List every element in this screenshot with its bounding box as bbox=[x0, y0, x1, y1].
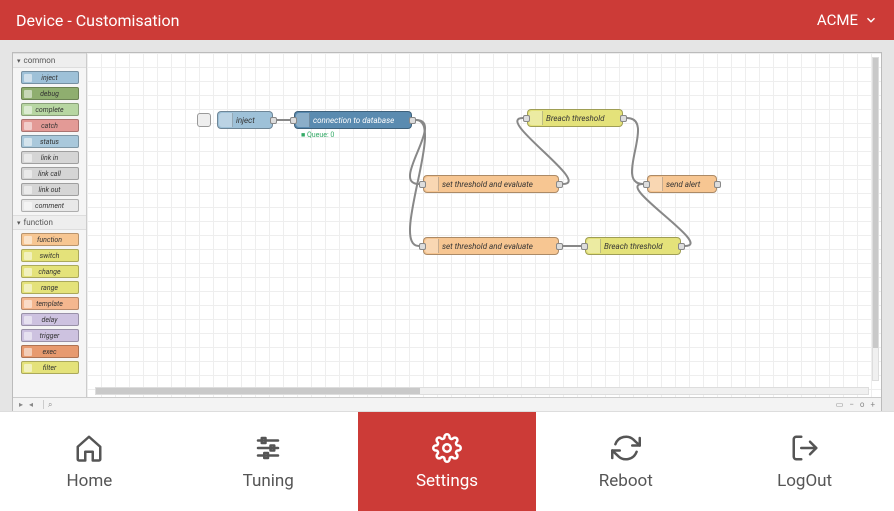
port-in[interactable] bbox=[290, 117, 297, 124]
flow-node-label: Breach threshold bbox=[546, 114, 604, 123]
palette-item-change[interactable]: change bbox=[21, 265, 79, 278]
palette-item-complete[interactable]: complete bbox=[21, 103, 79, 116]
port-out[interactable] bbox=[678, 243, 685, 250]
flow-node-eval1[interactable]: set threshold and evaluate bbox=[423, 175, 559, 193]
inject-trigger-button[interactable] bbox=[197, 113, 211, 127]
palette-item-link-in[interactable]: link in bbox=[21, 151, 79, 164]
nav-next-icon[interactable]: ◂ bbox=[29, 400, 33, 409]
search-icon[interactable]: ⌕ bbox=[43, 400, 52, 409]
flow-node-alert[interactable]: send alert bbox=[647, 175, 717, 193]
refresh-icon bbox=[611, 433, 641, 463]
zoom-reset-icon[interactable]: o bbox=[860, 400, 865, 409]
nav-reboot[interactable]: Reboot bbox=[536, 412, 715, 511]
horizontal-scrollbar[interactable] bbox=[95, 387, 869, 395]
vertical-scrollbar[interactable] bbox=[872, 57, 879, 381]
app-header: Device - Customisation ACME bbox=[0, 0, 894, 40]
zoom-in-icon[interactable]: + bbox=[870, 400, 875, 409]
palette-item-function[interactable]: function bbox=[21, 233, 79, 246]
palette-item-link-out[interactable]: link out bbox=[21, 183, 79, 196]
port-in[interactable] bbox=[581, 243, 588, 250]
port-out[interactable] bbox=[556, 243, 563, 250]
nav-prev-icon[interactable]: ▸ bbox=[19, 400, 23, 409]
statusbar-right: ▭ − o + bbox=[834, 400, 877, 409]
port-in[interactable] bbox=[419, 181, 426, 188]
palette-item-exec[interactable]: exec bbox=[21, 345, 79, 358]
flow-node-eval2[interactable]: set threshold and evaluate bbox=[423, 237, 559, 255]
flow-wires bbox=[87, 53, 881, 397]
zoom-out-icon[interactable]: − bbox=[849, 400, 854, 409]
flow-node-label: connection to database bbox=[313, 116, 394, 125]
page-title: Device - Customisation bbox=[16, 11, 179, 30]
bottom-nav: Home Tuning Settings Reboot LogOut bbox=[0, 411, 894, 511]
port-in[interactable] bbox=[419, 243, 426, 250]
sliders-icon bbox=[253, 433, 283, 463]
editor-area: common inject debug complete catch status link… bbox=[0, 40, 894, 411]
org-name: ACME bbox=[817, 11, 858, 29]
nav-label: Settings bbox=[416, 471, 478, 491]
palette-item-delay[interactable]: delay bbox=[21, 313, 79, 326]
nav-label: Tuning bbox=[243, 471, 294, 491]
flow-node-label: inject bbox=[236, 116, 255, 125]
flow-node-label: Breach threshold bbox=[604, 242, 662, 251]
palette-item-status[interactable]: status bbox=[21, 135, 79, 148]
gear-icon bbox=[432, 433, 462, 463]
port-out[interactable] bbox=[556, 181, 563, 188]
node-palette: common inject debug complete catch status link… bbox=[13, 53, 87, 411]
logout-icon bbox=[790, 433, 820, 463]
palette-item-range[interactable]: range bbox=[21, 281, 79, 294]
flow-node-inject[interactable]: inject bbox=[217, 111, 273, 129]
vscroll-thumb[interactable] bbox=[873, 58, 878, 348]
palette-item-filter[interactable]: filter bbox=[21, 361, 79, 374]
flow-node-bt1[interactable]: Breach threshold bbox=[527, 109, 623, 127]
flow-node-bt2[interactable]: Breach threshold bbox=[585, 237, 681, 255]
queue-status: ■ Queue: 0 bbox=[301, 131, 334, 139]
palette-item-link-call[interactable]: link call bbox=[21, 167, 79, 180]
flow-editor: common inject debug complete catch status link… bbox=[12, 52, 882, 412]
palette-item-comment[interactable]: comment bbox=[21, 199, 79, 212]
palette-item-inject[interactable]: inject bbox=[21, 71, 79, 84]
nav-label: Reboot bbox=[599, 471, 653, 491]
port-out[interactable] bbox=[270, 117, 277, 124]
flow-node-label: set threshold and evaluate bbox=[442, 180, 533, 189]
palette-item-template[interactable]: template bbox=[21, 297, 79, 310]
palette-item-catch[interactable]: catch bbox=[21, 119, 79, 132]
nav-label: LogOut bbox=[777, 471, 832, 491]
nav-settings[interactable]: Settings bbox=[358, 412, 537, 511]
nav-logout[interactable]: LogOut bbox=[715, 412, 894, 511]
chevron-down-icon bbox=[864, 13, 878, 27]
hscroll-thumb[interactable] bbox=[96, 388, 420, 394]
editor-statusbar: ▸ ◂ ⌕ ▭ − o + bbox=[13, 397, 881, 411]
palette-item-trigger[interactable]: trigger bbox=[21, 329, 79, 342]
port-in[interactable] bbox=[643, 181, 650, 188]
nav-tuning[interactable]: Tuning bbox=[179, 412, 358, 511]
home-icon bbox=[74, 433, 104, 463]
nav-home[interactable]: Home bbox=[0, 412, 179, 511]
port-in[interactable] bbox=[523, 115, 530, 122]
palette-item-switch[interactable]: switch bbox=[21, 249, 79, 262]
port-out[interactable] bbox=[714, 181, 721, 188]
port-out[interactable] bbox=[409, 117, 416, 124]
palette-group-function[interactable]: function bbox=[13, 215, 86, 230]
view-list-icon[interactable]: ▭ bbox=[836, 400, 844, 409]
flow-node-db[interactable]: connection to database bbox=[294, 111, 412, 129]
statusbar-left: ▸ ◂ ⌕ bbox=[17, 400, 54, 410]
nav-label: Home bbox=[67, 471, 113, 491]
flow-node-label: send alert bbox=[666, 180, 700, 189]
flow-canvas[interactable]: ■ Queue: 0 inject connection to database B… bbox=[87, 53, 881, 397]
org-switcher[interactable]: ACME bbox=[817, 11, 878, 29]
port-out[interactable] bbox=[620, 115, 627, 122]
palette-group-common[interactable]: common bbox=[13, 53, 86, 68]
palette-item-debug[interactable]: debug bbox=[21, 87, 79, 100]
flow-node-label: set threshold and evaluate bbox=[442, 242, 533, 251]
